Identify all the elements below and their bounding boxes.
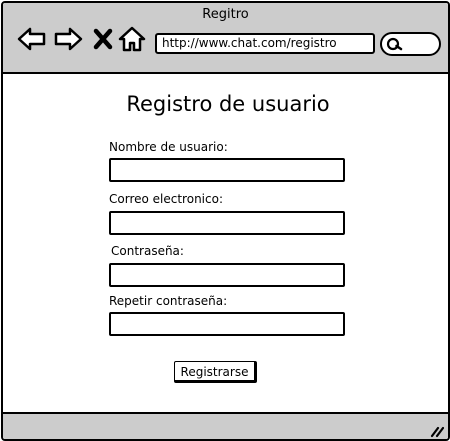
window-title: Regitro [202,7,249,22]
stop-button[interactable] [91,23,115,55]
x-icon [93,28,113,50]
password-label: Contraseña: [111,244,184,258]
browser-window: Regitro http://www.chat.com/registro Reg… [1,1,450,441]
username-input[interactable] [109,158,345,182]
search-button[interactable] [380,32,441,56]
back-button[interactable] [16,23,48,55]
repeat-password-label: Repetir contraseña: [109,294,228,308]
search-icon [386,37,403,51]
status-bar [3,412,448,439]
username-label: Nombre de usuario: [109,140,228,154]
email-label: Correo electronico: [109,192,223,206]
page-title: Registro de usuario [126,92,330,116]
password-input[interactable] [109,263,345,287]
resize-grip-icon[interactable] [430,424,444,438]
url-bar[interactable]: http://www.chat.com/registro [155,33,375,54]
browser-toolbar: Regitro http://www.chat.com/registro [3,3,448,74]
home-button[interactable] [117,23,147,55]
email-input[interactable] [109,211,345,235]
forward-button[interactable] [52,23,84,55]
page-content: Registro de usuario Nombre de usuario: C… [3,74,448,412]
home-icon [118,26,146,52]
repeat-password-input[interactable] [109,312,345,336]
arrow-right-icon [54,27,83,51]
arrow-left-icon [17,27,46,51]
register-button[interactable]: Registrarse [174,361,257,383]
